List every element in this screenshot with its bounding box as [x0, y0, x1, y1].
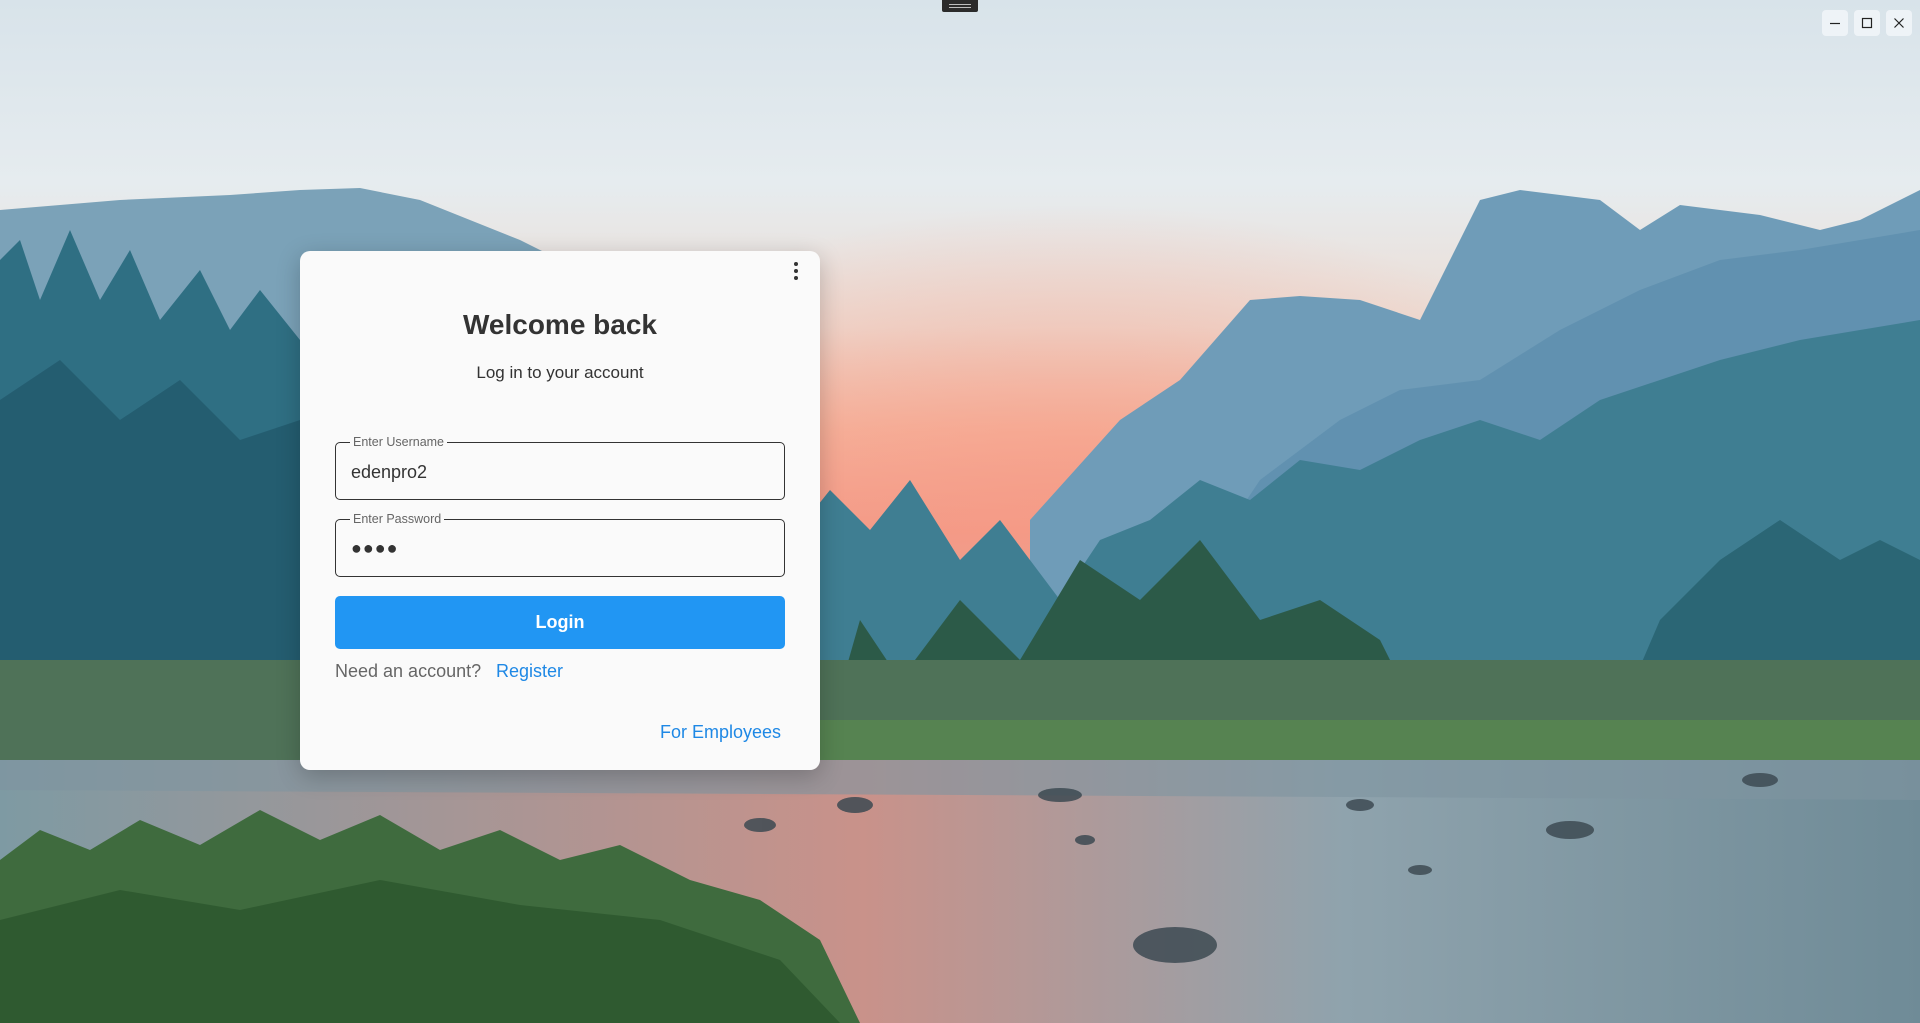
- maximize-icon[interactable]: [1854, 10, 1880, 36]
- background-landscape: [0, 0, 1920, 1023]
- username-label: Enter Username: [350, 434, 448, 450]
- login-title: Welcome back: [462, 309, 658, 340]
- minimize-icon[interactable]: [1822, 10, 1848, 36]
- login-card: Welcome back Log in to your account Ente…: [300, 251, 820, 770]
- login-button[interactable]: Login: [335, 596, 785, 649]
- window-controls: [1822, 10, 1912, 36]
- username-field[interactable]: Enter Username edenpro2: [335, 434, 785, 500]
- username-value[interactable]: edenpro2: [351, 461, 427, 483]
- more-options-icon[interactable]: [786, 259, 806, 283]
- password-value[interactable]: ●●●●: [351, 537, 399, 559]
- login-subtitle: Log in to your account: [476, 363, 644, 382]
- for-employees-link[interactable]: For Employees: [660, 722, 781, 743]
- password-field[interactable]: Enter Password ●●●●: [335, 511, 785, 577]
- password-label: Enter Password: [350, 511, 445, 527]
- need-account-text: Need an account?: [335, 661, 482, 681]
- window-drag-handle[interactable]: [942, 0, 978, 12]
- close-icon[interactable]: [1886, 10, 1912, 36]
- register-link[interactable]: Register: [496, 661, 563, 682]
